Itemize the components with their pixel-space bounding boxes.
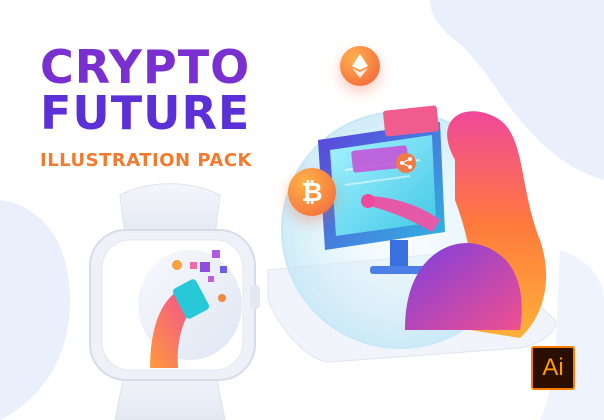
share-icon [398, 155, 414, 171]
ethereum-icon [340, 46, 380, 86]
adobe-illustrator-icon: Ai [531, 346, 575, 390]
bitcoin-symbol: ₿ [301, 177, 323, 208]
bitcoin-icon: ₿ [288, 168, 336, 216]
ai-badge-label: Ai [542, 354, 564, 381]
